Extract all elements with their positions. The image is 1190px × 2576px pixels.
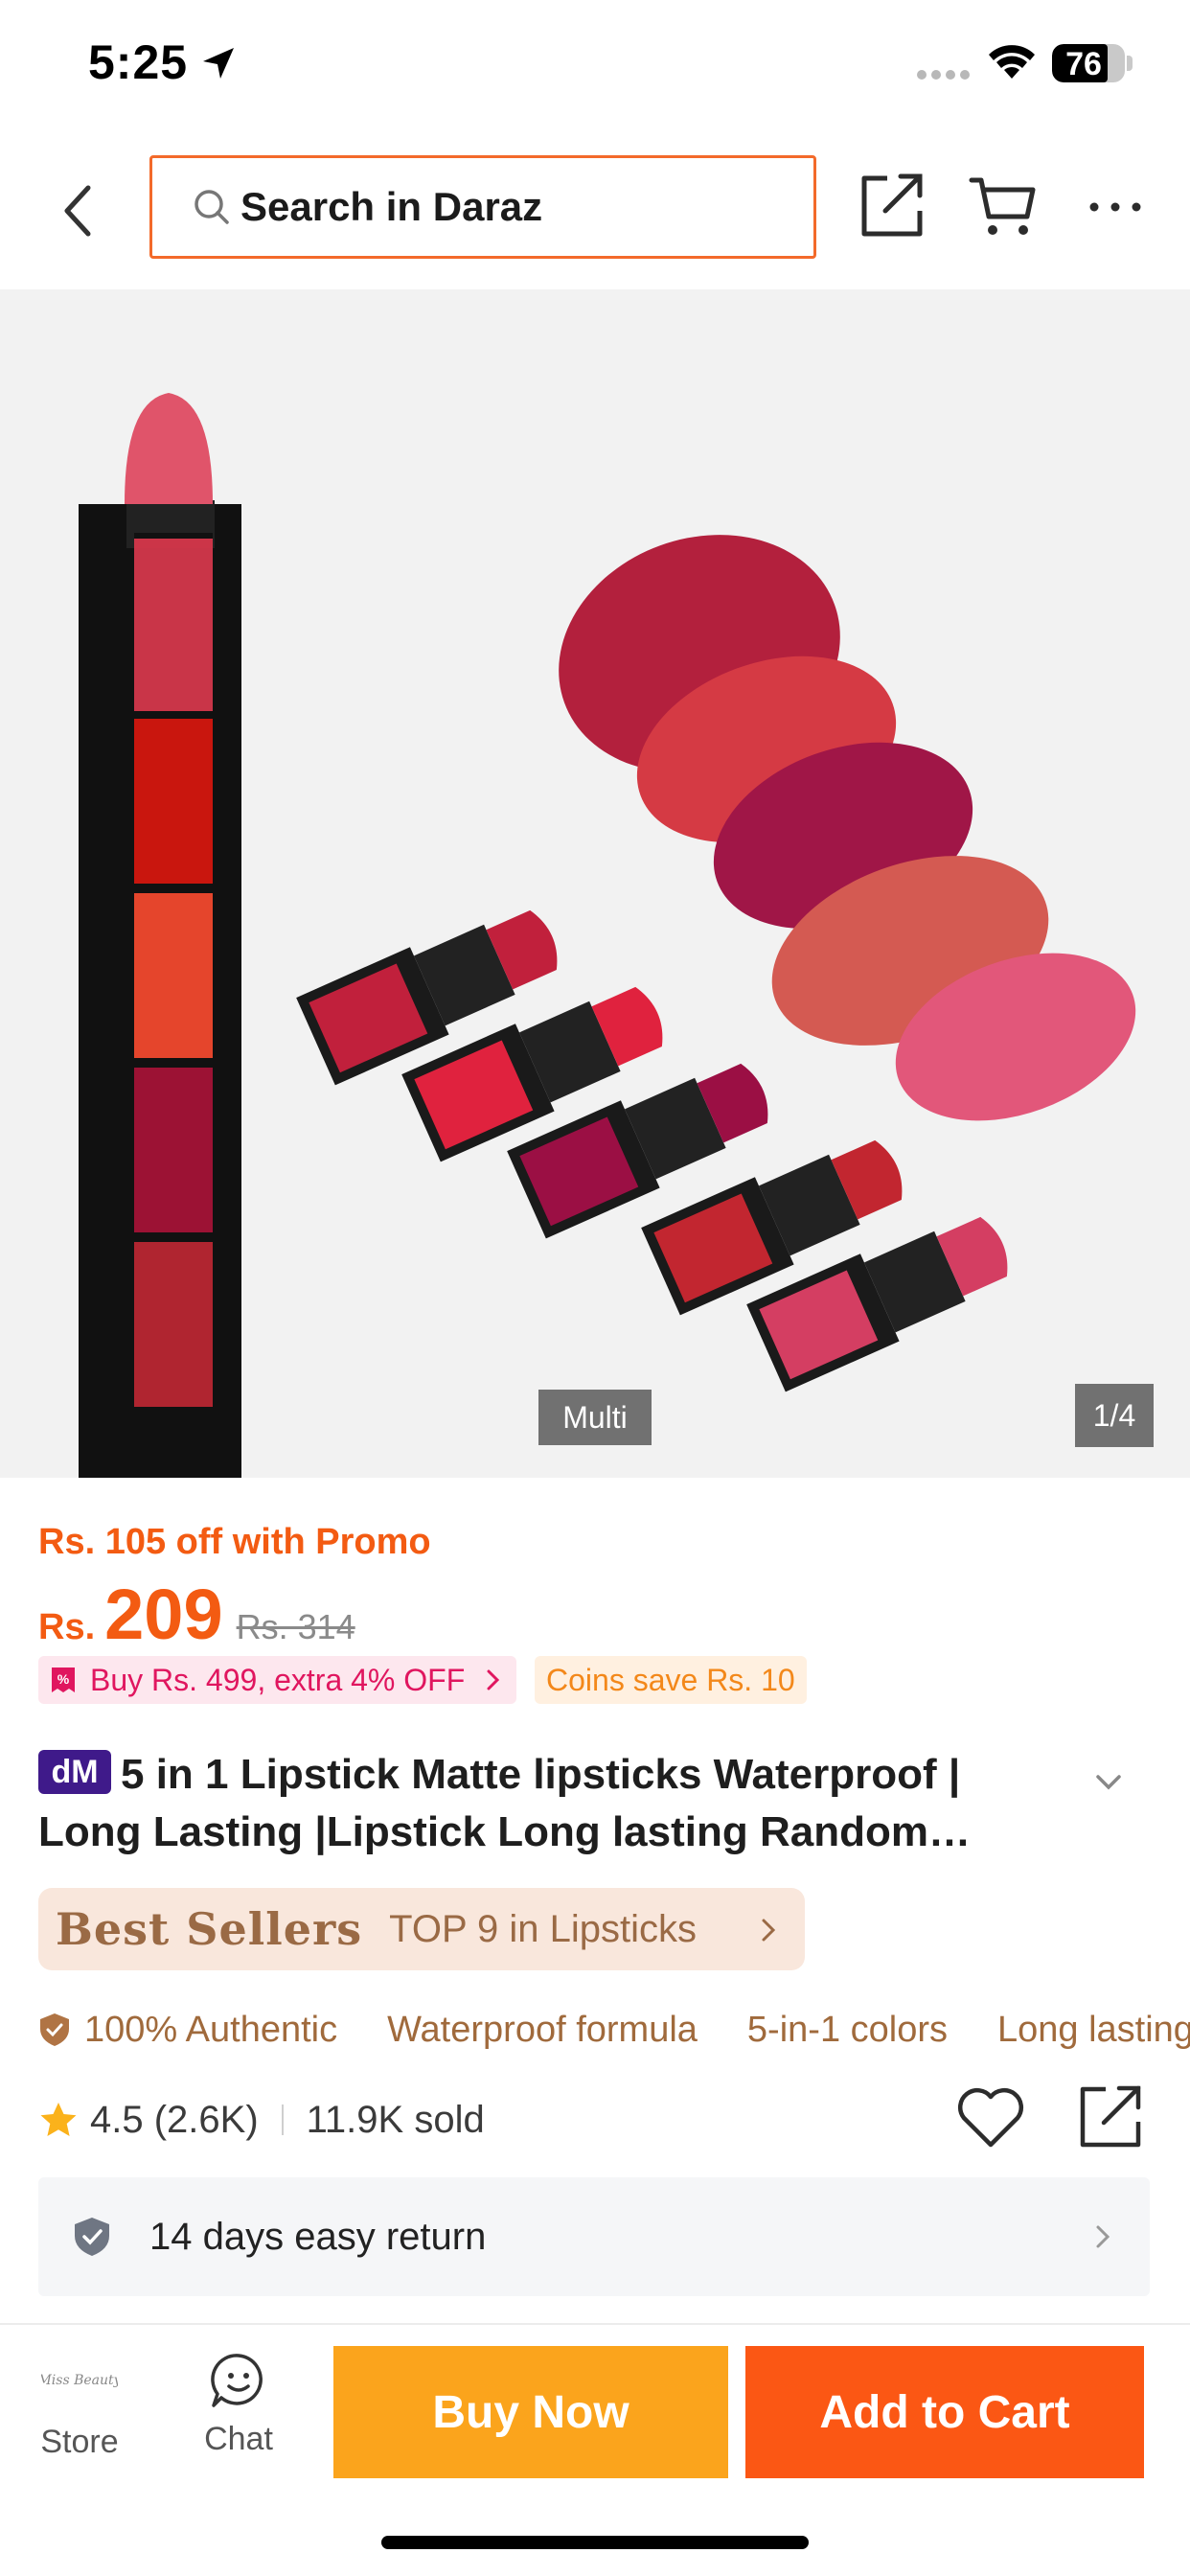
share-icon[interactable]: [858, 171, 926, 242]
store-button[interactable]: Miss Beauty Store: [29, 2352, 130, 2476]
chevron-right-icon: [1096, 2225, 1110, 2248]
svg-text:%: %: [57, 1671, 70, 1687]
chevron-left-icon: [64, 185, 91, 237]
best-sellers-label: Best Sellers: [56, 1903, 363, 1955]
top-nav-bar: Search in Daraz: [0, 134, 1190, 289]
svg-text:Miss Beauty: Miss Beauty: [41, 2373, 118, 2388]
highlight-item: 100% Authentic: [38, 2010, 337, 2051]
product-highlights: 100% Authentic Waterproof formula 5-in-1…: [38, 2001, 1190, 2058]
coins-chip[interactable]: Coins save Rs. 10: [535, 1656, 807, 1704]
store-logo-icon: Miss Beauty: [36, 2373, 122, 2388]
more-options-icon[interactable]: [1087, 188, 1144, 226]
shield-check-icon: [75, 2218, 109, 2256]
chat-label: Chat: [204, 2421, 273, 2457]
highlight-text: 100% Authentic: [84, 2009, 338, 2050]
status-time: 5:25: [88, 35, 189, 89]
buy-now-button[interactable]: Buy Now: [333, 2346, 728, 2478]
best-sellers-banner[interactable]: Best Sellers TOP 9 in Lipsticks: [38, 1888, 805, 1970]
battery-cap: [1127, 56, 1133, 71]
chevron-right-icon: [487, 1669, 500, 1690]
add-to-cart-button[interactable]: Add to Cart: [745, 2346, 1144, 2478]
back-button[interactable]: [48, 172, 105, 249]
return-policy-text: 14 days easy return: [149, 2215, 487, 2258]
product-title: dM 5 in 1 Lipstick Matte lipsticks Waterp…: [38, 1746, 1073, 1861]
battery-indicator: 76: [1052, 44, 1125, 82]
heart-icon[interactable]: [954, 2083, 1027, 2150]
image-page-indicator: 1/4: [1075, 1384, 1154, 1447]
price-row: Rs. 209 Rs. 314: [38, 1574, 355, 1660]
store-badge: dM: [38, 1750, 111, 1794]
price-currency: Rs.: [38, 1607, 96, 1647]
star-icon: [40, 2103, 77, 2136]
highlight-item: Waterproof formula: [387, 2009, 698, 2050]
home-indicator: [381, 2536, 809, 2549]
search-placeholder: Search in Daraz: [240, 184, 543, 229]
rating-score: 4.5 (2.6K): [90, 2098, 259, 2141]
highlight-item: 5-in-1 colors: [746, 2009, 948, 2050]
search-input[interactable]: Search in Daraz: [149, 155, 816, 259]
product-title-block: dM 5 in 1 Lipstick Matte lipsticks Waterp…: [38, 1746, 1073, 1861]
cellular-signal-icon: [917, 70, 970, 80]
return-policy-banner[interactable]: 14 days easy return: [38, 2177, 1150, 2296]
rating-row[interactable]: 4.5 (2.6K) 11.9K sold: [38, 2093, 485, 2147]
share-icon[interactable]: [1077, 2083, 1144, 2150]
location-arrow-icon: [203, 48, 234, 79]
chat-icon: [211, 2354, 263, 2407]
product-title-text: 5 in 1 Lipstick Matte lipsticks Waterpro…: [38, 1751, 961, 1855]
product-image-gallery[interactable]: Multi 1/4: [0, 289, 1190, 1478]
divider: [281, 2104, 284, 2135]
wifi-icon: [989, 45, 1035, 79]
promo-discount-text: Rs. 105 off with Promo: [38, 1522, 431, 1562]
voucher-icon: %: [52, 1668, 75, 1692]
bundle-promo-chip[interactable]: % Buy Rs. 499, extra 4% OFF: [38, 1656, 517, 1704]
chevron-down-icon[interactable]: [1092, 1771, 1125, 1794]
original-price: Rs. 314: [236, 1607, 355, 1646]
chat-button[interactable]: Chat: [188, 2352, 289, 2476]
chevron-right-icon: [762, 1919, 776, 1942]
highlight-item: Long lasting: [997, 2009, 1190, 2050]
variant-label: Multi: [538, 1390, 652, 1445]
status-bar: 5:25 76: [0, 0, 1190, 134]
search-icon: [195, 190, 229, 224]
sold-count: 11.9K sold: [306, 2098, 485, 2141]
cart-icon[interactable]: [968, 172, 1037, 240]
store-label: Store: [40, 2424, 119, 2460]
battery-percent: 76: [1065, 46, 1102, 82]
shield-check-icon: [40, 2013, 69, 2046]
best-sellers-rank: TOP 9 in Lipsticks: [389, 1907, 698, 1950]
current-price: 209: [104, 1575, 223, 1654]
bundle-promo-text: Buy Rs. 499, extra 4% OFF: [90, 1662, 466, 1697]
product-image: [79, 393, 1136, 1478]
